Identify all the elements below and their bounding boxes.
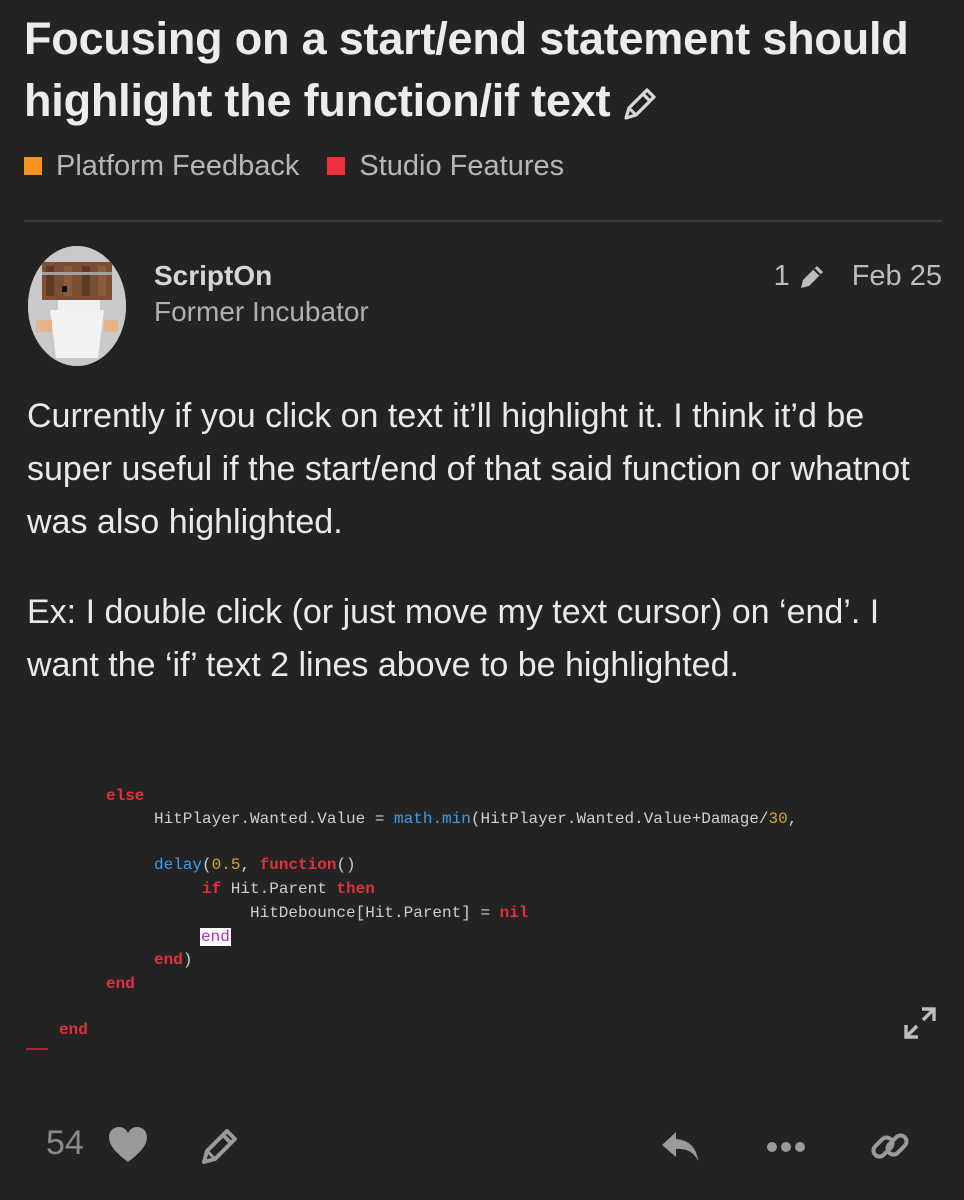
post-meta: 1 Feb 25 <box>774 260 942 293</box>
code-token: HitDebounce[Hit.Parent] = <box>250 904 500 922</box>
pencil-icon <box>800 265 823 288</box>
expand-icon[interactable] <box>902 1005 938 1041</box>
category-color-square <box>24 157 42 175</box>
code-line: end) <box>154 951 192 969</box>
code-token: , <box>787 810 798 828</box>
code-token: ( <box>202 856 212 874</box>
topic-page: Focusing on a start/end statement should… <box>0 0 964 1200</box>
heart-icon[interactable] <box>106 1124 150 1168</box>
code-token: end <box>154 951 183 969</box>
category-color-square <box>327 157 346 175</box>
category-label: Studio Features <box>359 149 565 182</box>
code-token: () <box>336 856 356 874</box>
code-token: 30 <box>768 810 788 828</box>
post-username[interactable]: ScriptOn <box>154 260 272 292</box>
code-line: else <box>106 787 145 805</box>
code-line: if Hit.Parent then <box>202 880 375 898</box>
code-token: if <box>202 880 222 898</box>
title-divider <box>24 220 942 222</box>
code-token: math.min <box>394 810 471 828</box>
code-token: HitPlayer.Wanted.Value = <box>154 810 395 828</box>
ellipsis-icon[interactable] <box>764 1124 808 1168</box>
code-screenshot[interactable]: else HitPlayer.Wanted.Value = math.min(H… <box>0 770 964 1070</box>
pencil-icon[interactable] <box>198 1124 242 1168</box>
code-token: nil <box>499 904 529 922</box>
category-list: Platform Feedback Studio Features <box>24 146 592 186</box>
edit-count: 1 <box>773 260 790 292</box>
category-platform-feedback[interactable]: Platform Feedback <box>24 150 299 183</box>
code-token: 0.5 <box>211 856 241 874</box>
highlighted-end-token: end <box>200 928 231 946</box>
avatar[interactable] <box>28 246 126 366</box>
code-line: end <box>200 928 231 946</box>
post-body: Currently if you click on text it’ll hig… <box>27 390 943 729</box>
code-token: function <box>259 856 337 874</box>
category-studio-features[interactable]: Studio Features <box>327 150 564 183</box>
topic-title-text: Focusing on a start/end statement should… <box>24 13 909 126</box>
code-line: delay(0.5, function() <box>154 856 356 874</box>
code-token: , <box>240 856 260 874</box>
like-count[interactable]: 54 <box>46 1124 84 1163</box>
pencil-icon[interactable] <box>620 84 660 124</box>
code-line: HitDebounce[Hit.Parent] = nil <box>250 904 528 922</box>
code-line: end <box>106 975 135 993</box>
post-actions: 54 <box>0 1112 964 1176</box>
link-icon[interactable] <box>868 1124 912 1168</box>
code-token: then <box>336 880 375 898</box>
code-cut-off-line <box>26 1048 48 1052</box>
post-user-title: Former Incubator <box>154 296 369 327</box>
topic-title: Focusing on a start/end statement should… <box>24 8 944 132</box>
code-token: (HitPlayer.Wanted.Value+Damage/ <box>470 810 769 828</box>
code-line: HitPlayer.Wanted.Value = math.min(HitPla… <box>154 810 797 828</box>
code-token: delay <box>154 856 203 874</box>
code-token: ) <box>182 951 193 969</box>
post-paragraph: Ex: I double click (or just move my text… <box>27 593 880 684</box>
edit-history-button[interactable]: 1 <box>774 260 828 293</box>
post-paragraph: Currently if you click on text it’ll hig… <box>27 397 910 541</box>
post-date[interactable]: Feb 25 <box>852 260 942 293</box>
code-token: Hit.Parent <box>221 880 337 898</box>
reply-icon[interactable] <box>658 1124 702 1168</box>
code-line: end <box>59 1021 88 1039</box>
category-label: Platform Feedback <box>56 149 300 182</box>
